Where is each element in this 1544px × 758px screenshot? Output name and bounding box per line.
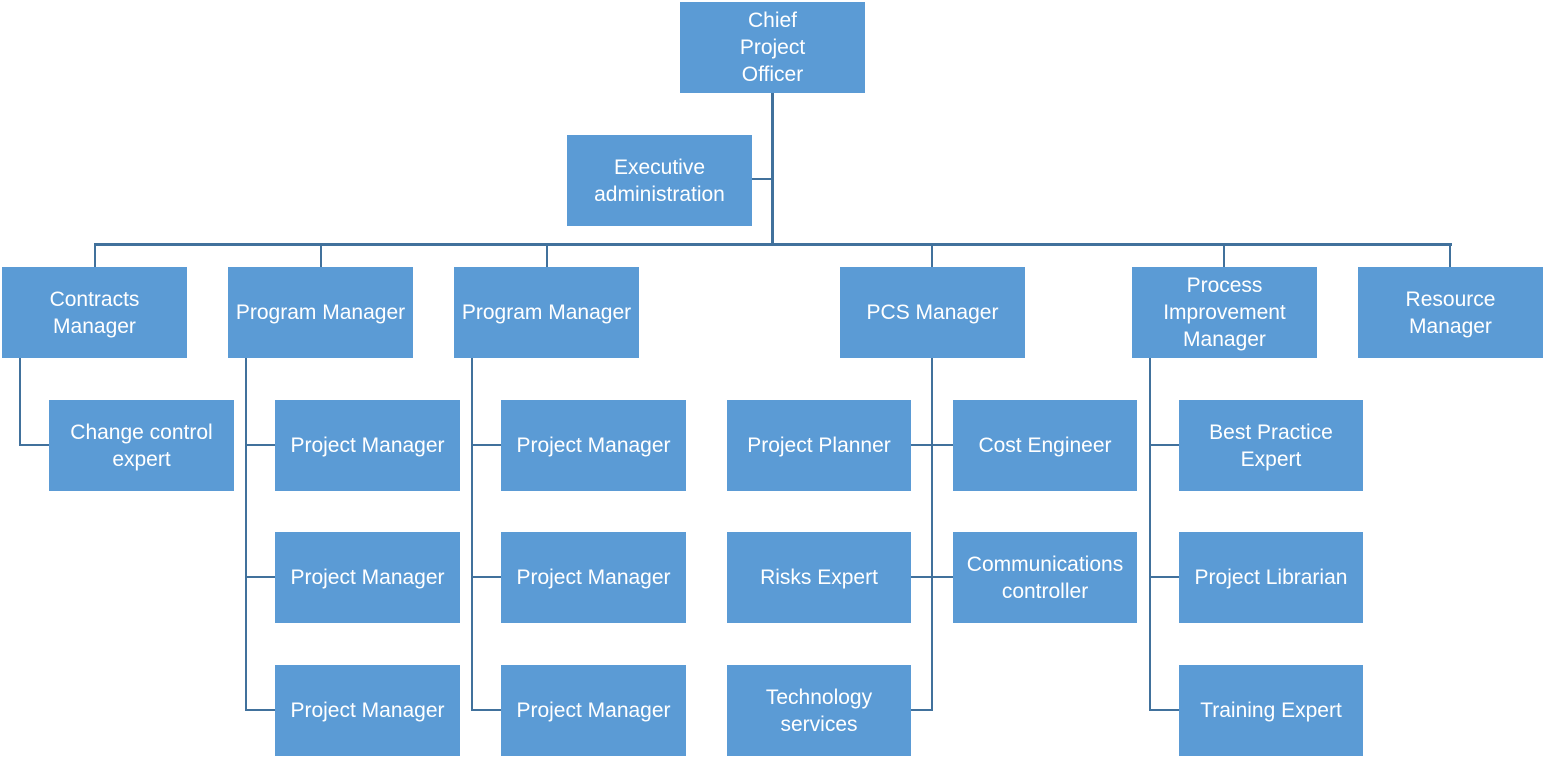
node-project-manager: Project Manager (501, 665, 686, 756)
connector-program2-r2 (471, 576, 501, 578)
node-contracts-manager: Contracts Manager (2, 267, 187, 358)
node-chief-project-officer: Chief Project Officer (680, 2, 865, 93)
connector-process-spine (1149, 357, 1151, 711)
connector-drop-program-2 (546, 243, 548, 267)
connector-program1-r3 (245, 709, 275, 711)
connector-drop-program-1 (320, 243, 322, 267)
connector-pcs-r2 (911, 576, 953, 578)
connector-drop-contracts (94, 243, 96, 267)
connector-program2-r3 (471, 709, 501, 711)
connector-process-r1 (1149, 444, 1179, 446)
node-program-manager: Program Manager (454, 267, 639, 358)
connector-pcs-r3 (911, 709, 933, 711)
node-risks-expert: Risks Expert (727, 532, 911, 623)
node-training-expert: Training Expert (1179, 665, 1363, 756)
connector-assistant (752, 178, 772, 180)
node-program-manager: Program Manager (228, 267, 413, 358)
node-project-manager: Project Manager (275, 665, 460, 756)
connector-program2-spine (471, 357, 473, 711)
connector-process-r3 (1149, 709, 1179, 711)
connector-drop-resource (1449, 243, 1451, 267)
node-process-improvement-manager: Process Improvement Manager (1132, 267, 1317, 358)
node-project-librarian: Project Librarian (1179, 532, 1363, 623)
node-pcs-manager: PCS Manager (840, 267, 1025, 358)
node-project-manager: Project Manager (275, 400, 460, 491)
connector-contracts-spine (19, 357, 21, 446)
node-project-manager: Project Manager (275, 532, 460, 623)
connector-program1-r2 (245, 576, 275, 578)
node-change-control-expert: Change control expert (49, 400, 234, 491)
connector-pcs-spine (931, 357, 933, 711)
connector-program2-r1 (471, 444, 501, 446)
connector-program1-r1 (245, 444, 275, 446)
connector-pcs-r1 (911, 444, 953, 446)
node-project-manager: Project Manager (501, 400, 686, 491)
connector-manager-bus (94, 243, 1452, 246)
node-best-practice-expert: Best Practice Expert (1179, 400, 1363, 491)
node-technology-services: Technology services (727, 665, 911, 756)
connector-contracts-r1 (19, 444, 49, 446)
node-resource-manager: Resource Manager (1358, 267, 1543, 358)
node-project-planner: Project Planner (727, 400, 911, 491)
connector-program1-spine (245, 357, 247, 711)
connector-drop-pcs (931, 243, 933, 267)
connector-drop-process (1223, 243, 1225, 267)
connector-process-r2 (1149, 576, 1179, 578)
connector-root-down (771, 93, 774, 245)
node-executive-administration: Executive administration (567, 135, 752, 226)
node-project-manager: Project Manager (501, 532, 686, 623)
node-cost-engineer: Cost Engineer (953, 400, 1137, 491)
node-communications-controller: Communications controller (953, 532, 1137, 623)
